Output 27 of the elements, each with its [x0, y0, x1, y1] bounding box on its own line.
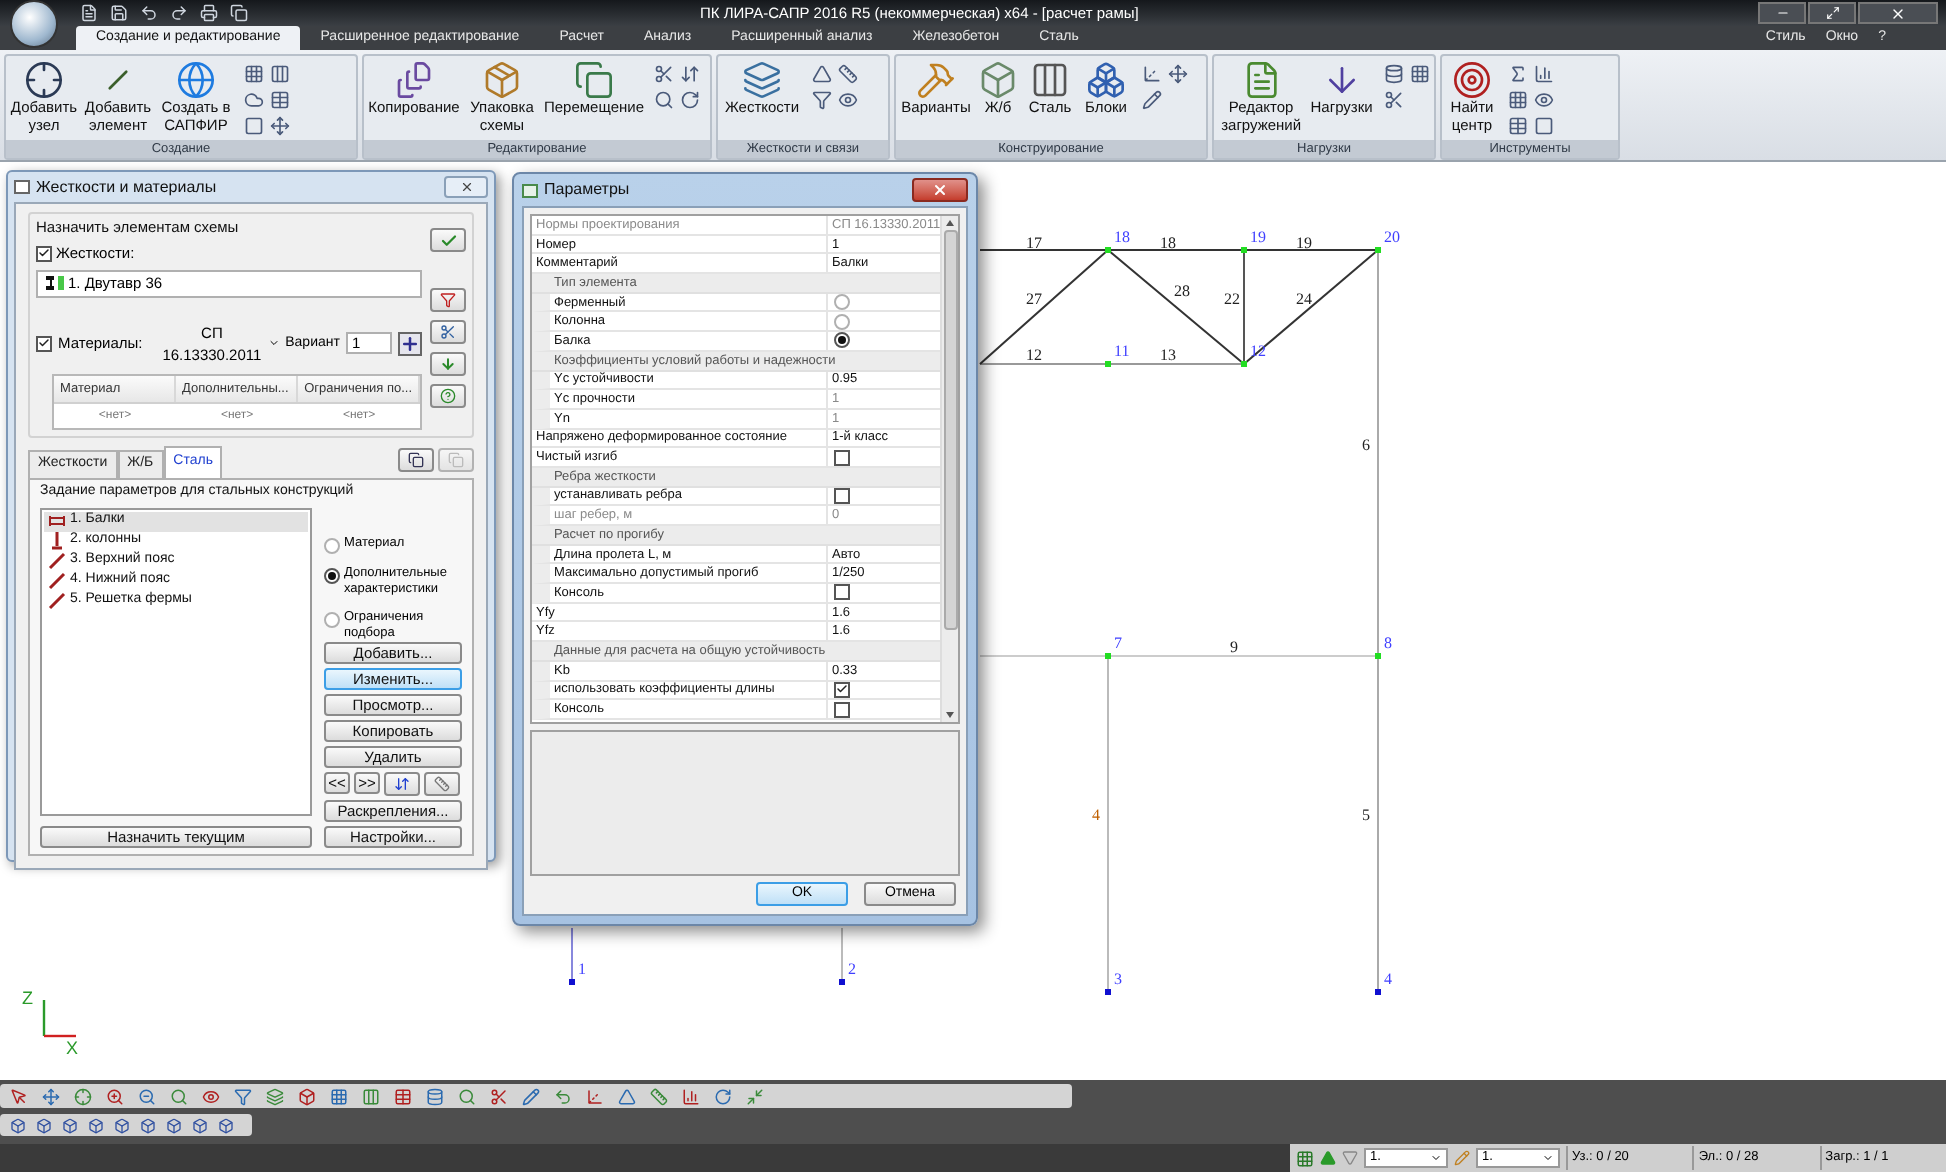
element-label: 18 — [1160, 234, 1176, 252]
element-label: 12 — [1026, 346, 1042, 364]
element-label: 28 — [1174, 282, 1190, 300]
node-label: 1 — [578, 960, 586, 978]
node-label: 19 — [1250, 228, 1266, 246]
axis-label: Z — [22, 988, 33, 1008]
node-label: 18 — [1114, 228, 1130, 246]
node-label: 7 — [1114, 634, 1122, 652]
element-label: 4 — [1092, 806, 1100, 824]
element-label: 13 — [1160, 346, 1176, 364]
element-label: 27 — [1026, 290, 1042, 308]
element-label: 24 — [1296, 290, 1312, 308]
element-label: 5 — [1362, 806, 1370, 824]
element-label: 17 — [1026, 234, 1042, 252]
element-label: 6 — [1362, 436, 1370, 454]
window-title: Жесткости и материалы — [36, 175, 217, 199]
node-label: 3 — [1114, 970, 1122, 988]
node-label: 4 — [1384, 970, 1392, 988]
node-label: 8 — [1384, 634, 1392, 652]
window-title: Параметры — [544, 178, 630, 202]
element-label: 19 — [1296, 234, 1312, 252]
node-label: 20 — [1384, 228, 1400, 246]
node-label: 11 — [1114, 342, 1130, 360]
node-label: 2 — [848, 960, 856, 978]
axis-label: X — [66, 1038, 79, 1058]
element-label: 9 — [1230, 638, 1238, 656]
element-label: 22 — [1224, 290, 1240, 308]
